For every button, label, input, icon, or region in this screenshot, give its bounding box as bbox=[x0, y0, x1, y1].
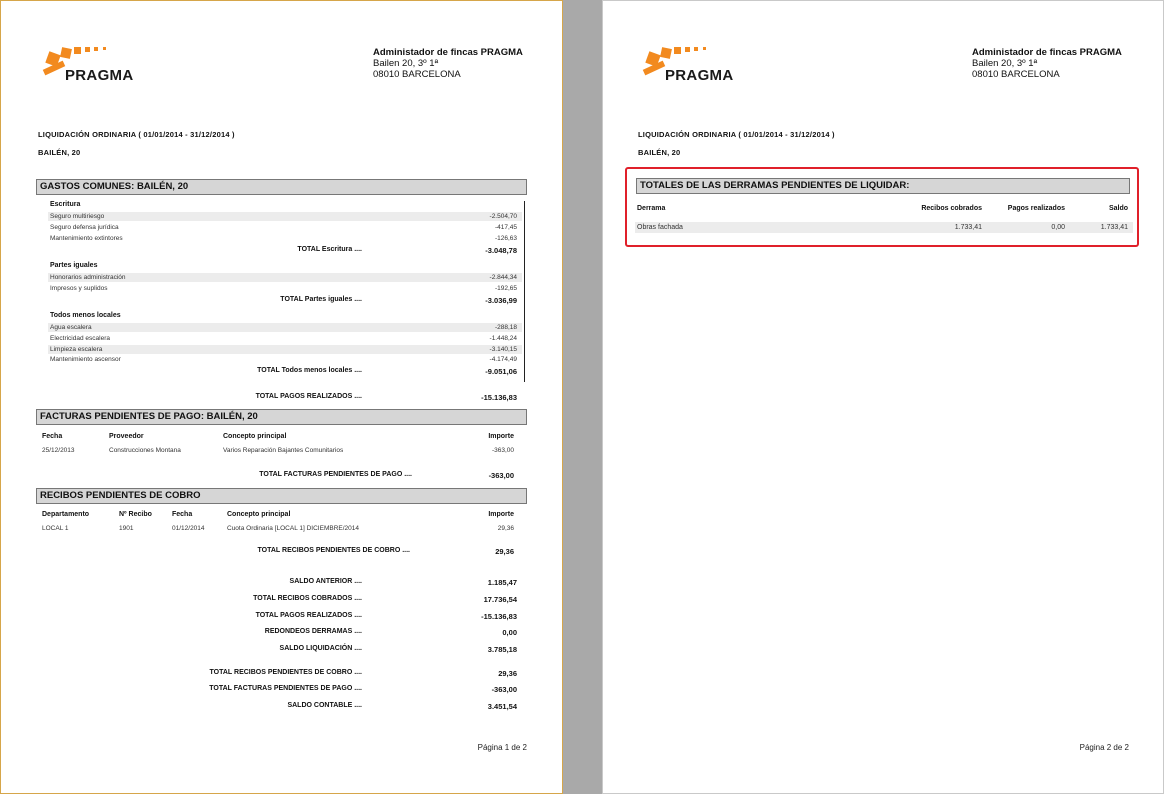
group-total-label: TOTAL Partes iguales .... bbox=[280, 296, 362, 303]
col-recibo: Nº Recibo bbox=[119, 511, 152, 518]
col-importe: Importe bbox=[488, 511, 514, 518]
page-number: Página 1 de 2 bbox=[477, 743, 527, 752]
logo-wordmark: PRAGMA bbox=[65, 67, 134, 84]
company-street: Bailen 20, 3º 1ª bbox=[373, 58, 439, 69]
facturas-total-value: -363,00 bbox=[488, 471, 514, 480]
summary-value: 1.185,47 bbox=[487, 578, 517, 587]
col-recibos-cobrados: Recibos cobrados bbox=[921, 205, 982, 212]
grand-total-value: -15.136,83 bbox=[481, 393, 517, 402]
recibos-section-header: RECIBOS PENDIENTES DE COBRO bbox=[36, 488, 527, 504]
group-total-value: -3.036,99 bbox=[485, 296, 517, 305]
col-pagos-realizados: Pagos realizados bbox=[1007, 205, 1065, 212]
period-title: LIQUIDACIÓN ORDINARIA ( 01/01/2014 - 31/… bbox=[38, 130, 235, 139]
expense-label: Mantenimiento extintores bbox=[50, 235, 123, 242]
recibo-importe: 29,36 bbox=[497, 525, 514, 532]
group-title: Todos menos locales bbox=[50, 312, 121, 319]
expense-label: Seguro multiriesgo bbox=[50, 213, 105, 220]
recibos-total-value: 29,36 bbox=[495, 547, 514, 556]
expense-amount: -192,65 bbox=[494, 285, 517, 292]
community-name: BAILÉN, 20 bbox=[38, 148, 81, 157]
expense-label: Honorarios administración bbox=[50, 274, 126, 281]
expense-amount: -4.174,49 bbox=[489, 356, 517, 363]
group-total-label: TOTAL Todos menos locales .... bbox=[257, 367, 362, 374]
period-title: LIQUIDACIÓN ORDINARIA ( 01/01/2014 - 31/… bbox=[638, 130, 835, 139]
expense-amount: -3.140,15 bbox=[489, 346, 517, 353]
expense-amount: -1.448,24 bbox=[489, 335, 517, 342]
gastos-section-header: GASTOS COMUNES: BAILÉN, 20 bbox=[36, 179, 527, 195]
gastos-right-rule bbox=[524, 201, 525, 382]
company-city: 08010 BARCELONA bbox=[972, 69, 1060, 80]
expense-label: Limpieza escalera bbox=[50, 346, 103, 353]
company-name: Administador de fincas PRAGMA bbox=[972, 47, 1122, 58]
summary-value: -15.136,83 bbox=[481, 612, 517, 621]
expense-label: Seguro defensa jurídica bbox=[50, 224, 119, 231]
expense-amount: -126,63 bbox=[494, 235, 517, 242]
summary-value: 17.736,54 bbox=[483, 595, 517, 604]
company-city: 08010 BARCELONA bbox=[373, 69, 461, 80]
summary-value: 3.785,18 bbox=[487, 645, 517, 654]
derrama-saldo: 1.733,41 bbox=[1100, 224, 1128, 231]
expense-amount: -2.504,70 bbox=[489, 213, 517, 220]
summary-value: 3.451,54 bbox=[487, 702, 517, 711]
factura-importe: -363,00 bbox=[491, 447, 514, 454]
factura-concepto: Varios Reparación Bajantes Comunitarios bbox=[223, 447, 344, 454]
expense-label: Agua escalera bbox=[50, 324, 92, 331]
group-title: Escritura bbox=[50, 201, 81, 208]
expense-amount: -288,18 bbox=[494, 324, 517, 331]
recibo-concepto: Cuota Ordinaria [LOCAL 1] DICIEMBRE/2014 bbox=[227, 525, 359, 532]
col-importe: Importe bbox=[488, 433, 514, 440]
summary-label: SALDO LIQUIDACIÓN .... bbox=[279, 645, 362, 652]
recibo-departamento: LOCAL 1 bbox=[42, 525, 69, 532]
expense-label: Mantenimiento ascensor bbox=[50, 356, 121, 363]
summary-label: TOTAL RECIBOS COBRADOS .... bbox=[253, 595, 362, 602]
page-2: PRAGMA Administador de fincas PRAGMA Bai… bbox=[602, 0, 1164, 794]
recibo-fecha: 01/12/2014 bbox=[172, 525, 205, 532]
col-concepto: Concepto principal bbox=[227, 511, 291, 518]
group-total-value: -3.048,78 bbox=[485, 246, 517, 255]
summary-label: SALDO CONTABLE .... bbox=[287, 702, 362, 709]
derramas-section-header: TOTALES DE LAS DERRAMAS PENDIENTES DE LI… bbox=[636, 178, 1130, 194]
factura-proveedor: Construcciones Montana bbox=[109, 447, 181, 454]
col-saldo: Saldo bbox=[1108, 205, 1128, 212]
col-departamento: Departamento bbox=[42, 511, 90, 518]
expense-amount: -2.844,34 bbox=[489, 274, 517, 281]
page-number: Página 2 de 2 bbox=[1079, 743, 1129, 752]
recibo-numero: 1901 bbox=[119, 525, 134, 532]
summary-value: 29,36 bbox=[498, 669, 517, 678]
company-street: Bailen 20, 3º 1ª bbox=[972, 58, 1038, 69]
col-concepto: Concepto principal bbox=[223, 433, 287, 440]
derrama-recibos: 1.733,41 bbox=[954, 224, 982, 231]
summary-label: TOTAL RECIBOS PENDIENTES DE COBRO .... bbox=[209, 669, 362, 676]
facturas-section-header: FACTURAS PENDIENTES DE PAGO: BAILÉN, 20 bbox=[36, 409, 527, 425]
derrama-pagos: 0,00 bbox=[1051, 224, 1065, 231]
col-proveedor: Proveedor bbox=[109, 433, 144, 440]
logo-wordmark: PRAGMA bbox=[665, 67, 734, 84]
recibos-total-label: TOTAL RECIBOS PENDIENTES DE COBRO .... bbox=[257, 547, 410, 554]
group-title: Partes iguales bbox=[50, 262, 98, 269]
company-address-block: Administador de fincas PRAGMA Bailen 20,… bbox=[972, 47, 1122, 80]
company-address-block: Administador de fincas PRAGMA Bailen 20,… bbox=[373, 47, 523, 80]
group-total-value: -9.051,06 bbox=[485, 367, 517, 376]
page-1: PRAGMA Administador de fincas PRAGMA Bai… bbox=[0, 0, 563, 794]
grand-total-label: TOTAL PAGOS REALIZADOS .... bbox=[255, 393, 362, 400]
summary-value: 0,00 bbox=[502, 628, 517, 637]
summary-label: TOTAL FACTURAS PENDIENTES DE PAGO .... bbox=[209, 685, 362, 692]
summary-label: REDONDEOS DERRAMAS .... bbox=[264, 628, 362, 635]
col-fecha: Fecha bbox=[172, 511, 193, 518]
expense-amount: -417,45 bbox=[494, 224, 517, 231]
expense-label: Electricidad escalera bbox=[50, 335, 110, 342]
company-name: Administador de fincas PRAGMA bbox=[373, 47, 523, 58]
summary-label: TOTAL PAGOS REALIZADOS .... bbox=[255, 612, 362, 619]
facturas-total-label: TOTAL FACTURAS PENDIENTES DE PAGO .... bbox=[259, 471, 412, 478]
col-fecha: Fecha bbox=[42, 433, 63, 440]
factura-fecha: 25/12/2013 bbox=[42, 447, 75, 454]
summary-label: SALDO ANTERIOR .... bbox=[289, 578, 362, 585]
group-total-label: TOTAL Escritura .... bbox=[297, 246, 362, 253]
community-name: BAILÉN, 20 bbox=[638, 148, 681, 157]
summary-value: -363,00 bbox=[491, 685, 517, 694]
expense-label: Impresos y suplidos bbox=[50, 285, 108, 292]
col-derrama: Derrama bbox=[637, 205, 666, 212]
derrama-name: Obras fachada bbox=[637, 224, 683, 231]
